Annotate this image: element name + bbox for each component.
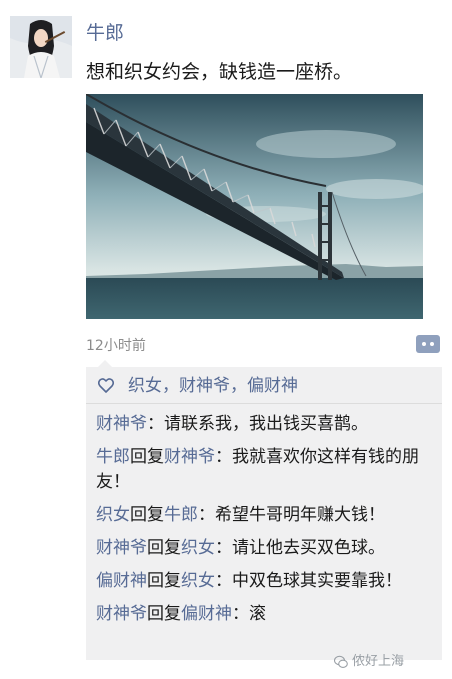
comment-text: ：希望牛哥明年赚大钱！ (198, 505, 385, 525)
author-name[interactable]: 牛郎 (86, 22, 124, 44)
more-dots-icon (422, 342, 426, 346)
commenter-name[interactable]: 偏财神 (96, 571, 147, 591)
watermark: 侬好上海 (334, 651, 405, 673)
likes-row: 织女，财神爷，偏财神 (86, 367, 442, 404)
reply-word: 回复 (130, 505, 164, 525)
commenter-name[interactable]: 财神爷 (96, 538, 147, 558)
reply-word: 回复 (130, 447, 164, 467)
wechat-icon (334, 655, 348, 668)
reply-target-name[interactable]: 织女 (181, 538, 215, 558)
comment-item[interactable]: 织女回复牛郎：希望牛哥明年赚大钱！ (96, 503, 440, 528)
commenter-name[interactable]: 牛郎 (96, 447, 130, 467)
more-dots-icon (430, 342, 434, 346)
post-text: 想和织女约会，缺钱造一座桥。 (86, 61, 353, 83)
comment-text: ：滚 (232, 604, 266, 624)
comment-item[interactable]: 财神爷回复偏财神：滚 (96, 602, 440, 627)
watermark-text: 侬好上海 (352, 654, 405, 669)
commenter-name[interactable]: 财神爷 (96, 414, 147, 434)
comment-list: 财神爷：请联系我，我出钱买喜鹊。 牛郎回复财神爷：我就喜欢你这样有钱的朋友！ 织… (96, 412, 440, 635)
post-photo[interactable] (86, 94, 423, 319)
reply-target-name[interactable]: 财神爷 (164, 447, 215, 467)
comment-section: 织女，财神爷，偏财神 财神爷：请联系我，我出钱买喜鹊。 牛郎回复财神爷：我就喜欢… (86, 360, 442, 660)
commenter-name[interactable]: 织女 (96, 505, 130, 525)
reply-word: 回复 (147, 571, 181, 591)
avatar[interactable] (10, 16, 72, 78)
post-timestamp: 12小时前 (86, 338, 146, 354)
heart-outline-icon (98, 378, 114, 393)
reply-word: 回复 (147, 604, 181, 624)
reply-target-name[interactable]: 织女 (181, 571, 215, 591)
moments-post: 牛郎 想和织女约会，缺钱造一座桥。 12小时前 织女，财神爷，偏财神 财神爷：请… (0, 0, 452, 679)
commenter-name[interactable]: 财神爷 (96, 604, 147, 624)
comment-text: ：中双色球其实要靠我！ (215, 571, 402, 591)
comment-item[interactable]: 财神爷回复织女：请让他去买双色球。 (96, 536, 440, 561)
reply-target-name[interactable]: 偏财神 (181, 604, 232, 624)
comment-item[interactable]: 财神爷：请联系我，我出钱买喜鹊。 (96, 412, 440, 437)
comment-text: ：请让他去买双色球。 (215, 538, 385, 558)
comment-item[interactable]: 牛郎回复财神爷：我就喜欢你这样有钱的朋友！ (96, 445, 440, 495)
reply-target-name[interactable]: 牛郎 (164, 505, 198, 525)
comment-action-button[interactable] (416, 335, 440, 353)
comment-item[interactable]: 偏财神回复织女：中双色球其实要靠我！ (96, 569, 440, 594)
comment-box-pointer (98, 360, 112, 367)
likes-list[interactable]: 织女，财神爷，偏财神 (128, 375, 298, 397)
reply-word: 回复 (147, 538, 181, 558)
comment-text: ：请联系我，我出钱买喜鹊。 (147, 414, 368, 434)
